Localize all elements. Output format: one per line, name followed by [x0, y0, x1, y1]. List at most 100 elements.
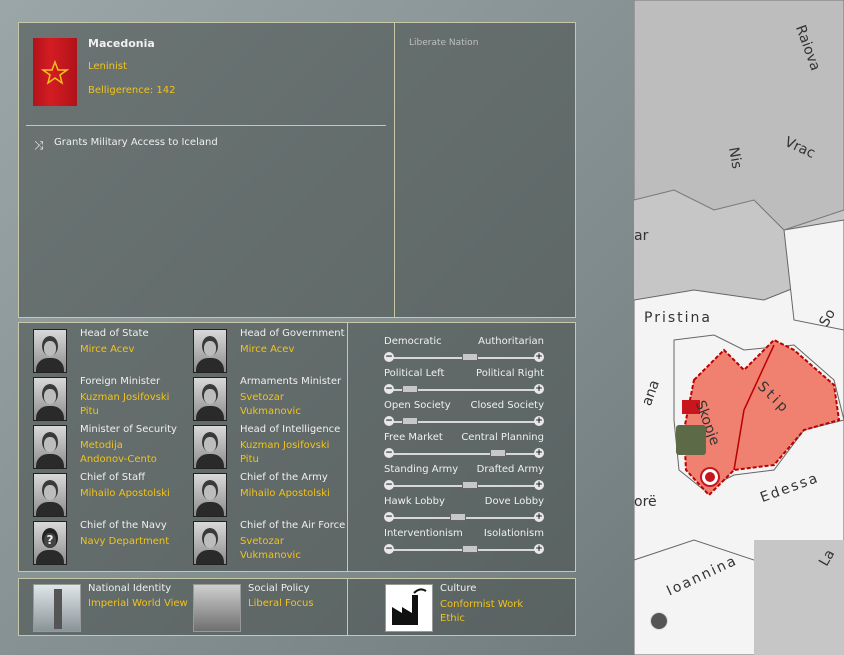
- minister-portrait[interactable]: [193, 329, 227, 373]
- culture-image[interactable]: [385, 584, 433, 632]
- minus-icon[interactable]: −: [384, 448, 394, 458]
- map-label-ar: ar: [634, 228, 649, 244]
- country-belligerence: Belligerence: 142: [88, 85, 176, 96]
- star-icon: [40, 59, 70, 85]
- minister-name[interactable]: Metodija Andonov-Cento: [80, 439, 172, 467]
- minister-role: Chief of the Navy: [80, 520, 167, 531]
- compass-icon[interactable]: [650, 612, 668, 630]
- minister-name[interactable]: Mihailo Apostolski: [240, 487, 332, 501]
- minister-name[interactable]: Kuzman Josifovski Pitu: [80, 391, 172, 419]
- policy-slider: Hawk Lobby Dove Lobby − +: [384, 496, 544, 522]
- policy-slider: Open Society Closed Society − +: [384, 400, 544, 426]
- minister-role: Chief of the Army: [240, 472, 328, 483]
- minus-icon[interactable]: −: [384, 512, 394, 522]
- plus-icon[interactable]: +: [534, 512, 544, 522]
- social-policy-value: Liberal Focus: [248, 598, 314, 609]
- military-access-text: Grants Military Access to Iceland: [54, 137, 218, 148]
- slider-left-label: Open Society: [384, 400, 451, 411]
- minister-role: Foreign Minister: [80, 376, 161, 387]
- country-name: Macedonia: [88, 37, 155, 50]
- policy-slider: Interventionism Isolationism − +: [384, 528, 544, 554]
- plus-icon[interactable]: +: [534, 352, 544, 362]
- slider-knob[interactable]: [402, 417, 418, 425]
- slider-knob[interactable]: [462, 545, 478, 553]
- cabinet-divider: [347, 323, 348, 571]
- minister-role: Chief of the Air Force: [240, 520, 346, 531]
- minister-name[interactable]: Navy Department: [80, 535, 172, 549]
- minister-portrait[interactable]: [193, 425, 227, 469]
- plus-icon[interactable]: +: [534, 416, 544, 426]
- minus-icon[interactable]: −: [384, 384, 394, 394]
- minister-portrait[interactable]: [193, 521, 227, 565]
- slider-track[interactable]: [390, 453, 538, 455]
- slider-knob[interactable]: [402, 385, 418, 393]
- slider-knob[interactable]: [489, 449, 506, 457]
- military-access-icon: ⤨: [34, 138, 44, 152]
- minister-role: Head of Government: [240, 328, 345, 339]
- army-unit-icon[interactable]: [676, 425, 706, 455]
- policy-slider: Free Market Central Planning − +: [384, 432, 544, 458]
- slider-left-label: Free Market: [384, 432, 443, 443]
- map-label-pristina: Pristina: [644, 310, 712, 326]
- slider-left-label: Interventionism: [384, 528, 463, 539]
- map-view[interactable]: Raiova Nis Vrac ar Pristina So Skopje St…: [634, 0, 844, 655]
- minister-portrait[interactable]: [33, 425, 67, 469]
- right-subpanel: [394, 23, 395, 317]
- country-flag[interactable]: [33, 38, 77, 106]
- slider-right-label: Authoritarian: [478, 336, 544, 347]
- plus-icon[interactable]: +: [534, 448, 544, 458]
- minus-icon[interactable]: −: [384, 480, 394, 490]
- minus-icon[interactable]: −: [384, 352, 394, 362]
- minister-portrait[interactable]: [33, 473, 67, 517]
- minister-portrait[interactable]: [193, 473, 227, 517]
- minister-role: Armaments Minister: [240, 376, 342, 387]
- slider-right-label: Central Planning: [461, 432, 544, 443]
- minister-portrait[interactable]: [33, 377, 67, 421]
- slider-left-label: Democratic: [384, 336, 442, 347]
- slider-right-label: Dove Lobby: [484, 496, 544, 507]
- slider-right-label: Political Right: [476, 368, 544, 379]
- minister-portrait[interactable]: ?: [33, 521, 67, 565]
- culture-value: Conformist Work Ethic: [440, 599, 524, 624]
- divider: [26, 125, 386, 126]
- slider-right-label: Drafted Army: [476, 464, 544, 475]
- plus-icon[interactable]: +: [534, 384, 544, 394]
- national-identity-title: National Identity: [88, 583, 172, 594]
- minister-name[interactable]: Mirce Acev: [240, 343, 332, 357]
- minister-name[interactable]: Kuzman Josifovski Pitu: [240, 439, 332, 467]
- country-ideology: Leninist: [88, 61, 127, 72]
- unknown-portrait-icon: ?: [44, 533, 56, 548]
- national-identity-image[interactable]: [33, 584, 81, 632]
- liberate-nation-button[interactable]: Liberate Nation: [409, 38, 478, 48]
- plus-icon[interactable]: +: [534, 480, 544, 490]
- minister-name[interactable]: Mirce Acev: [80, 343, 172, 357]
- minister-name[interactable]: Mihailo Apostolski: [80, 487, 172, 501]
- minister-portrait[interactable]: [33, 329, 67, 373]
- minister-role: Head of State: [80, 328, 149, 339]
- policy-slider: Standing Army Drafted Army − +: [384, 464, 544, 490]
- policy-slider: Democratic Authoritarian − +: [384, 336, 544, 362]
- slider-knob[interactable]: [462, 481, 478, 489]
- minus-icon[interactable]: −: [384, 416, 394, 426]
- minister-name[interactable]: Svetozar Vukmanovic: [240, 391, 332, 419]
- plus-icon[interactable]: +: [534, 544, 544, 554]
- slider-knob[interactable]: [462, 353, 478, 361]
- social-policy-title: Social Policy: [248, 583, 310, 594]
- map-label-ore: orë: [634, 494, 657, 510]
- factory-icon: [392, 588, 427, 625]
- social-policy-image[interactable]: [193, 584, 241, 632]
- slider-right-label: Closed Society: [470, 400, 544, 411]
- minister-portrait[interactable]: [193, 377, 227, 421]
- slider-right-label: Isolationism: [483, 528, 544, 539]
- national-identity-value: Imperial World View: [88, 598, 188, 609]
- slider-left-label: Political Left: [384, 368, 445, 379]
- culture-title: Culture: [440, 583, 477, 594]
- slider-left-label: Hawk Lobby: [384, 496, 445, 507]
- minister-name[interactable]: Svetozar Vukmanovic: [240, 535, 332, 563]
- slider-knob[interactable]: [450, 513, 466, 521]
- minus-icon[interactable]: −: [384, 544, 394, 554]
- map-svg: [634, 0, 844, 655]
- policies-divider: [347, 579, 348, 635]
- slider-left-label: Standing Army: [384, 464, 459, 475]
- minister-role: Minister of Security: [80, 424, 177, 435]
